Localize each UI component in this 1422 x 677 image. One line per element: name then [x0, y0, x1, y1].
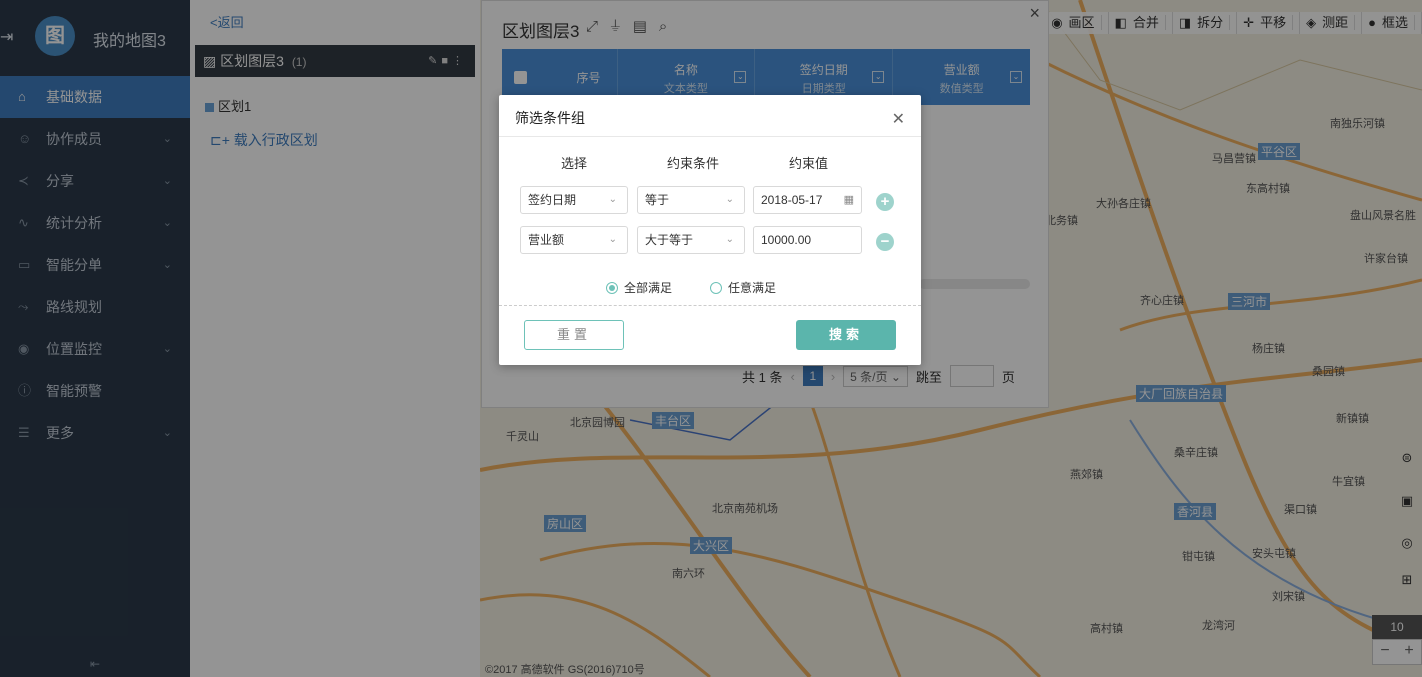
- radio-match-any[interactable]: 任意满足: [710, 279, 776, 296]
- reset-button[interactable]: 重置: [524, 320, 624, 350]
- header-constraint: 约束条件: [667, 156, 720, 171]
- radio-match-all[interactable]: 全部满足: [606, 279, 672, 296]
- add-condition-button[interactable]: +: [876, 193, 894, 211]
- operator-select[interactable]: 大于等于 ⌄: [637, 226, 745, 254]
- header-select: 选择: [561, 156, 588, 171]
- header-value: 约束值: [789, 156, 829, 171]
- calendar-icon: ▦: [843, 194, 854, 206]
- date-input[interactable]: 2018-05-17 ▦: [753, 186, 862, 214]
- divider: [499, 136, 921, 137]
- field-select[interactable]: 签约日期 ⌄: [520, 186, 628, 214]
- radio-checked-icon: [606, 282, 618, 294]
- radio-unchecked-icon: [710, 282, 722, 294]
- field-select[interactable]: 营业额 ⌄: [520, 226, 628, 254]
- value-input[interactable]: 10000.00: [753, 226, 862, 254]
- search-button[interactable]: 搜索: [796, 320, 896, 350]
- dialog-title: 筛选条件组: [515, 110, 585, 126]
- close-icon[interactable]: ✕: [892, 109, 905, 129]
- chevron-down-icon: ⌄: [608, 194, 617, 205]
- chevron-down-icon: ⌄: [725, 234, 734, 245]
- chevron-down-icon: ⌄: [608, 234, 617, 245]
- remove-condition-button[interactable]: −: [876, 233, 894, 251]
- chevron-down-icon: ⌄: [725, 194, 734, 205]
- operator-select[interactable]: 等于 ⌄: [637, 186, 745, 214]
- divider: [499, 305, 921, 306]
- filter-dialog: 筛选条件组 ✕ 选择 约束条件 约束值 签约日期 ⌄ 等于 ⌄ 2018-05-17…: [499, 95, 921, 365]
